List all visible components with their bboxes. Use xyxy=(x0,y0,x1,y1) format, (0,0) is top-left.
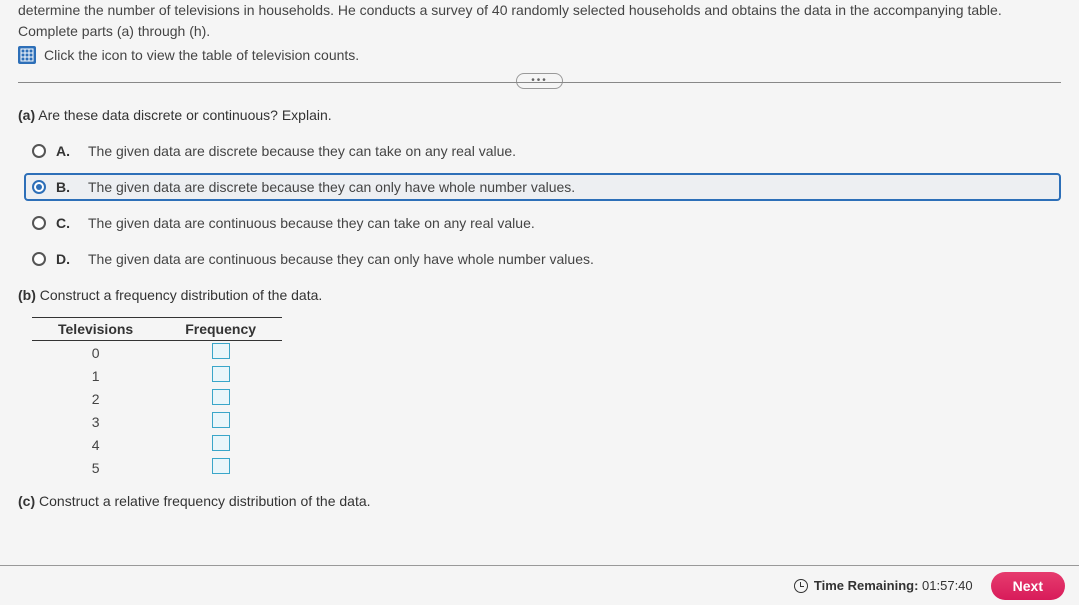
choice-text: The given data are discrete because they… xyxy=(88,143,516,159)
question-c-prompt: (c) Construct a relative frequency distr… xyxy=(18,493,1061,509)
question-b: (b) Construct a frequency distribution o… xyxy=(18,287,1061,479)
view-table-text: Click the icon to view the table of tele… xyxy=(44,47,359,63)
choice-text: The given data are discrete because they… xyxy=(88,179,575,195)
intro-paragraph: determine the number of televisions in h… xyxy=(18,0,1061,42)
choice-c[interactable]: C. The given data are continuous because… xyxy=(24,209,1061,237)
radio-icon xyxy=(32,144,46,158)
frequency-input-1[interactable] xyxy=(212,366,230,382)
choice-text: The given data are continuous because th… xyxy=(88,251,594,267)
question-c: (c) Construct a relative frequency distr… xyxy=(18,493,1061,509)
frequency-input-2[interactable] xyxy=(212,389,230,405)
radio-icon xyxy=(32,252,46,266)
choice-text: The given data are continuous because th… xyxy=(88,215,535,231)
table-header-televisions: Televisions xyxy=(32,318,159,341)
frequency-input-5[interactable] xyxy=(212,458,230,474)
table-row: 3 xyxy=(32,410,282,433)
choice-letter: A. xyxy=(56,143,74,159)
radio-icon xyxy=(32,180,46,194)
table-row: 5 xyxy=(32,456,282,479)
table-icon xyxy=(18,46,36,64)
question-a-choices: A. The given data are discrete because t… xyxy=(24,137,1061,273)
table-header-frequency: Frequency xyxy=(159,318,282,341)
view-table-link[interactable]: Click the icon to view the table of tele… xyxy=(18,46,1061,64)
next-button[interactable]: Next xyxy=(991,572,1065,600)
choice-a[interactable]: A. The given data are discrete because t… xyxy=(24,137,1061,165)
frequency-input-0[interactable] xyxy=(212,343,230,359)
radio-icon xyxy=(32,216,46,230)
question-a: (a) Are these data discrete or continuou… xyxy=(18,107,1061,273)
question-b-prompt: (b) Construct a frequency distribution o… xyxy=(18,287,1061,303)
choice-letter: C. xyxy=(56,215,74,231)
question-a-prompt: (a) Are these data discrete or continuou… xyxy=(18,107,1061,123)
frequency-input-3[interactable] xyxy=(212,412,230,428)
table-row: 0 xyxy=(32,341,282,365)
frequency-table: Televisions Frequency 0 1 2 3 4 5 xyxy=(32,317,282,479)
table-row: 2 xyxy=(32,387,282,410)
table-row: 1 xyxy=(32,364,282,387)
section-divider xyxy=(18,82,1061,83)
choice-letter: D. xyxy=(56,251,74,267)
choice-d[interactable]: D. The given data are continuous because… xyxy=(24,245,1061,273)
frequency-input-4[interactable] xyxy=(212,435,230,451)
choice-letter: B. xyxy=(56,179,74,195)
clock-icon xyxy=(794,579,808,593)
choice-b[interactable]: B. The given data are discrete because t… xyxy=(24,173,1061,201)
time-remaining: Time Remaining: 01:57:40 xyxy=(794,578,973,593)
table-row: 4 xyxy=(32,433,282,456)
footer-bar: Time Remaining: 01:57:40 Next xyxy=(0,565,1079,605)
expand-pill[interactable]: ••• xyxy=(516,73,563,89)
